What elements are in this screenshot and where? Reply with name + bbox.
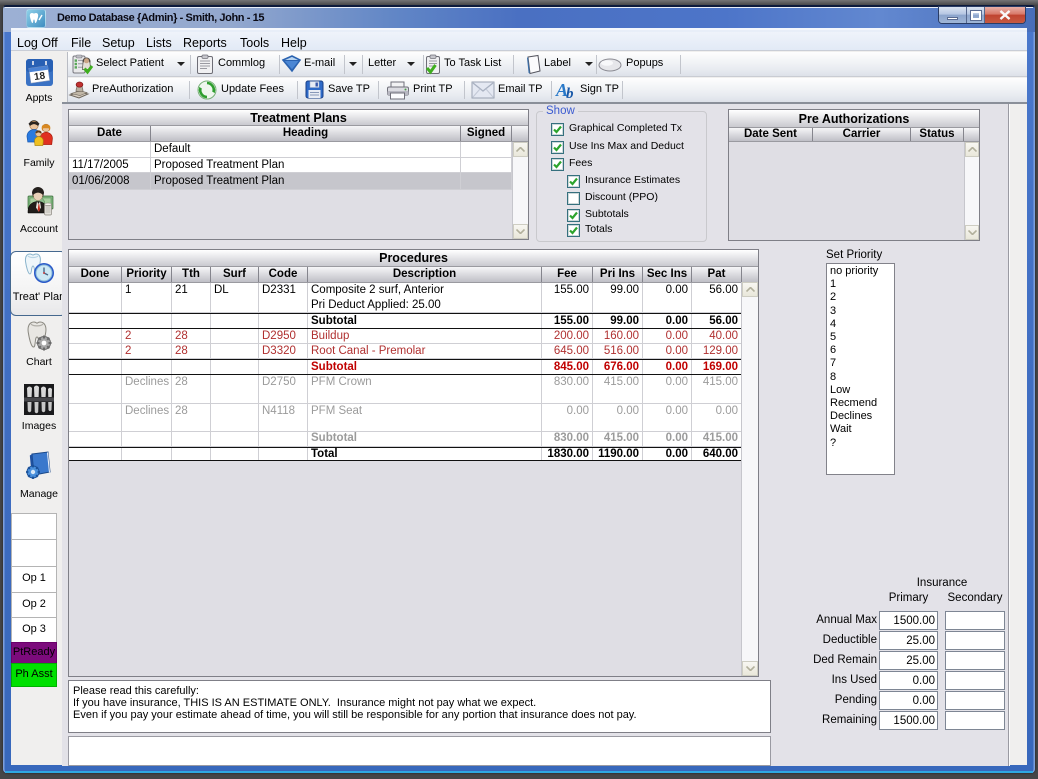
svg-text:18: 18 (33, 71, 46, 84)
